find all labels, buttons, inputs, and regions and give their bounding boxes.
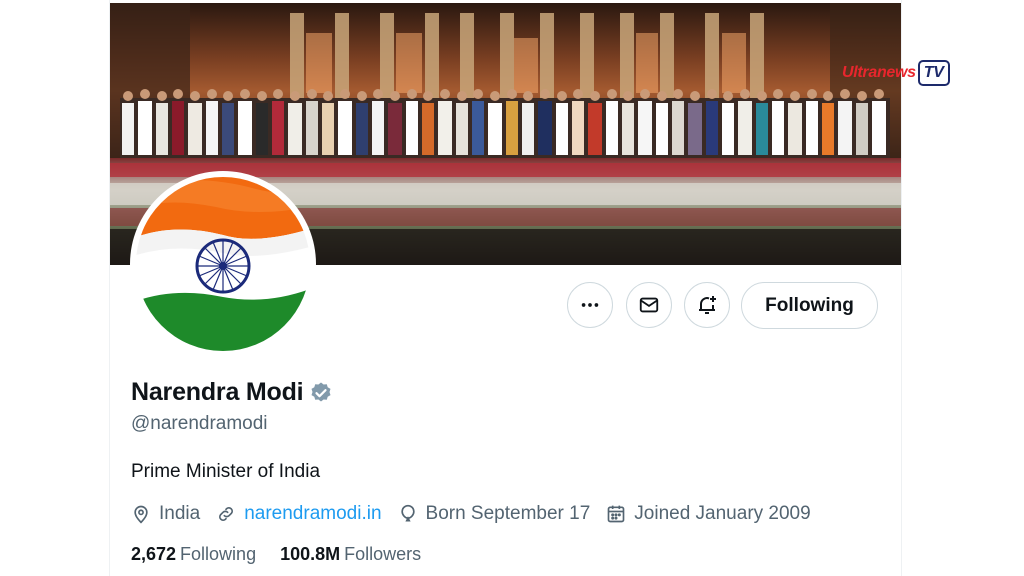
calendar-icon [607, 505, 625, 523]
display-name: Narendra Modi [131, 378, 304, 406]
watermark-logo: Ultranews TV [842, 58, 950, 88]
balloon-icon [400, 504, 415, 522]
notifications-button[interactable] [684, 282, 730, 328]
location-text: India [159, 503, 201, 524]
follow-stats: 2,672 Following 100.8M Followers [131, 544, 445, 565]
followers-label: Followers [344, 544, 422, 564]
joined-text: Joined January 2009 [634, 503, 811, 524]
following-label: Following [180, 544, 257, 564]
bio: Prime Minister of India [131, 461, 321, 482]
joined-date: Joined January 2009 [606, 503, 811, 525]
link-icon [219, 507, 234, 521]
more-icon [581, 303, 599, 307]
birthday: Born September 17 [398, 503, 591, 525]
verified-badge-icon[interactable] [309, 381, 333, 405]
watermark-text: Ultranews [842, 64, 916, 81]
following-stat[interactable]: 2,672 Following [131, 544, 256, 565]
chakra-icon [195, 238, 251, 294]
more-options-button[interactable] [567, 282, 613, 328]
website[interactable]: narendramodi.in [216, 503, 382, 525]
bell-plus-icon [699, 296, 716, 314]
followers-stat[interactable]: 100.8M Followers [280, 544, 421, 565]
following-count: 2,672 [131, 544, 177, 564]
user-handle: @narendramodi [131, 413, 268, 434]
mail-icon [639, 297, 659, 313]
message-button[interactable] [626, 282, 672, 328]
watermark-box: TV [917, 60, 950, 86]
followers-count: 100.8M [280, 544, 341, 564]
location-pin-icon [134, 505, 148, 524]
avatar[interactable] [130, 171, 316, 357]
profile-meta: India narendramodi.in Born September 17 … [131, 503, 827, 525]
website-link[interactable]: narendramodi.in [244, 503, 381, 525]
following-button[interactable]: Following [741, 282, 878, 329]
location: India [131, 503, 200, 525]
birthday-text: Born September 17 [425, 503, 591, 524]
name-row: Narendra Modi [131, 378, 333, 407]
